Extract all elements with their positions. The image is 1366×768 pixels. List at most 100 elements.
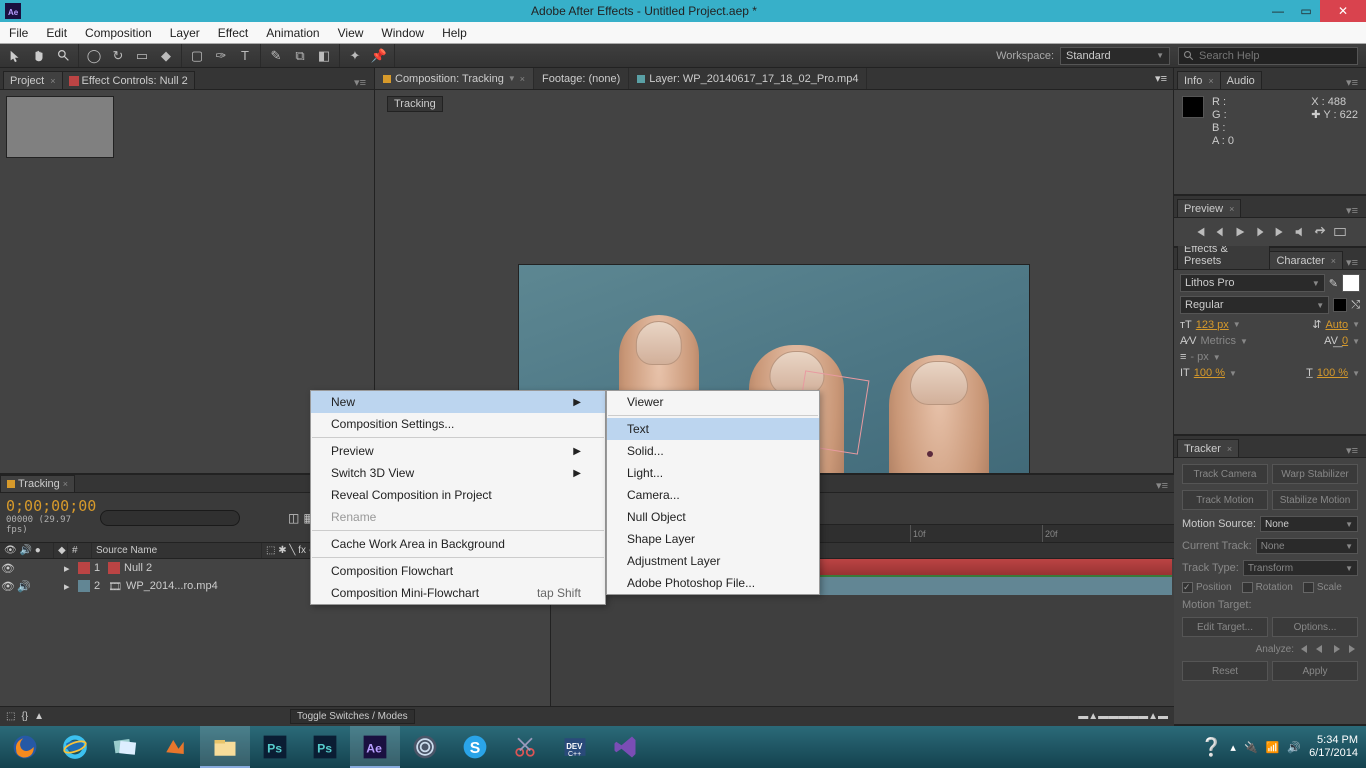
mute-icon[interactable] bbox=[1293, 225, 1307, 239]
tracker-options-button[interactable]: Options... bbox=[1272, 617, 1358, 637]
edit-target-button[interactable]: Edit Target... bbox=[1182, 617, 1268, 637]
panel-options-icon[interactable]: ▾≡ bbox=[1342, 444, 1362, 457]
menu-view[interactable]: View bbox=[329, 22, 373, 44]
audio-tab[interactable]: Audio bbox=[1220, 71, 1262, 89]
panel-options-icon[interactable]: ▾≡ bbox=[1149, 72, 1173, 85]
preview-tab[interactable]: Preview× bbox=[1177, 199, 1241, 217]
stabilize-motion-button[interactable]: Stabilize Motion bbox=[1272, 490, 1358, 510]
close-button[interactable]: ✕ bbox=[1320, 0, 1366, 22]
project-tab[interactable]: Project× bbox=[3, 71, 63, 89]
taskbar-snip-icon[interactable] bbox=[500, 726, 550, 768]
layer-tab[interactable]: Layer: WP_20140617_17_18_02_Pro.mp4 bbox=[629, 68, 867, 89]
leading-field[interactable]: Auto bbox=[1325, 319, 1348, 331]
menu-file[interactable]: File bbox=[0, 22, 37, 44]
effect-controls-tab[interactable]: Effect Controls: Null 2 bbox=[62, 71, 195, 89]
pen-tool-icon[interactable]: ✑ bbox=[210, 46, 232, 66]
prev-frame-icon[interactable] bbox=[1213, 225, 1227, 239]
last-frame-icon[interactable] bbox=[1273, 225, 1287, 239]
menu-item[interactable]: Light... bbox=[607, 462, 819, 484]
menu-animation[interactable]: Animation bbox=[257, 22, 328, 44]
font-family-dropdown[interactable]: Lithos Pro▼ bbox=[1180, 274, 1325, 292]
zoom-tool-icon[interactable] bbox=[52, 46, 74, 66]
brush-tool-icon[interactable]: ✎ bbox=[265, 46, 287, 66]
loop-icon[interactable] bbox=[1313, 225, 1327, 239]
tracking-field[interactable]: 0 bbox=[1342, 335, 1348, 347]
current-track-dropdown[interactable]: None▼ bbox=[1256, 538, 1358, 554]
tray-volume-icon[interactable]: 🔊 bbox=[1287, 741, 1301, 754]
taskbar-aftereffects-icon[interactable]: Ae bbox=[350, 726, 400, 768]
menu-item[interactable]: Solid... bbox=[607, 440, 819, 462]
taskbar-explorer-icon[interactable] bbox=[200, 726, 250, 768]
scale-checkbox[interactable]: Scale bbox=[1303, 582, 1342, 593]
warp-stabilizer-button[interactable]: Warp Stabilizer bbox=[1272, 464, 1358, 484]
menu-item[interactable]: Null Object bbox=[607, 506, 819, 528]
first-frame-icon[interactable] bbox=[1193, 225, 1207, 239]
track-motion-button[interactable]: Track Motion bbox=[1182, 490, 1268, 510]
analyze-back-one-icon[interactable] bbox=[1298, 643, 1310, 655]
taskbar-photoshop-icon[interactable]: Ps bbox=[250, 726, 300, 768]
current-time[interactable]: 0;00;00;00 00000 (29.97 fps) bbox=[0, 493, 100, 542]
roto-tool-icon[interactable]: ✦ bbox=[344, 46, 366, 66]
menu-item[interactable]: Reveal Composition in Project bbox=[311, 484, 605, 506]
workspace-dropdown[interactable]: Standard▼ bbox=[1060, 47, 1170, 65]
menu-item[interactable]: Composition Flowchart bbox=[311, 560, 605, 582]
camera-tool-icon[interactable]: ▭ bbox=[131, 46, 153, 66]
panel-options-icon[interactable]: ▾≡ bbox=[1150, 479, 1174, 492]
taskbar-matlab-icon[interactable] bbox=[150, 726, 200, 768]
menu-layer[interactable]: Layer bbox=[161, 22, 209, 44]
hand-tool-icon[interactable] bbox=[28, 46, 50, 66]
timeline-footer-icon[interactable]: {} bbox=[21, 711, 28, 722]
menu-composition[interactable]: Composition bbox=[76, 22, 161, 44]
analyze-fwd-icon[interactable] bbox=[1330, 643, 1342, 655]
menu-item[interactable]: Text bbox=[607, 418, 819, 440]
menu-item[interactable]: Cache Work Area in Background bbox=[311, 533, 605, 555]
puppet-tool-icon[interactable]: 📌 bbox=[368, 46, 390, 66]
taskbar-firefox-icon[interactable] bbox=[0, 726, 50, 768]
menu-effect[interactable]: Effect bbox=[209, 22, 257, 44]
analyze-fwd-one-icon[interactable] bbox=[1346, 643, 1358, 655]
comp-breadcrumb[interactable]: Tracking bbox=[387, 96, 1161, 110]
minimize-button[interactable]: — bbox=[1264, 0, 1292, 22]
menu-item[interactable]: Composition Mini-Flowcharttap Shift bbox=[311, 582, 605, 604]
clone-tool-icon[interactable]: ⧉ bbox=[289, 46, 311, 66]
taskbar-photoshop2-icon[interactable]: Ps bbox=[300, 726, 350, 768]
taskbar-vs-icon[interactable] bbox=[600, 726, 650, 768]
reset-button[interactable]: Reset bbox=[1182, 661, 1268, 681]
selection-tool-icon[interactable] bbox=[4, 46, 26, 66]
menu-window[interactable]: Window bbox=[372, 22, 433, 44]
help-search[interactable]: Search Help bbox=[1178, 47, 1358, 65]
apply-button[interactable]: Apply bbox=[1272, 661, 1358, 681]
vscale-field[interactable]: 100 % bbox=[1194, 367, 1225, 379]
zoom-slider[interactable]: ▬▲▬▬▬▬▬▲▬ bbox=[1078, 711, 1168, 722]
menu-edit[interactable]: Edit bbox=[37, 22, 76, 44]
timeline-search-input[interactable] bbox=[100, 510, 240, 526]
rotation-tool-icon[interactable]: ↻ bbox=[107, 46, 129, 66]
comp-mini-flowchart-icon[interactable]: ◫ bbox=[288, 511, 299, 525]
taskbar-bittorrent-icon[interactable] bbox=[400, 726, 450, 768]
font-size-field[interactable]: 123 px bbox=[1196, 319, 1229, 331]
eraser-tool-icon[interactable]: ◧ bbox=[313, 46, 335, 66]
tray-chevron-icon[interactable]: ▴ bbox=[1230, 741, 1236, 754]
menu-item[interactable]: Camera... bbox=[607, 484, 819, 506]
play-icon[interactable] bbox=[1233, 225, 1247, 239]
menu-item[interactable]: Adjustment Layer bbox=[607, 550, 819, 572]
tracker-tab[interactable]: Tracker× bbox=[1177, 439, 1239, 457]
menu-item[interactable]: Composition Settings... bbox=[311, 413, 605, 435]
info-tab[interactable]: Info× bbox=[1177, 71, 1221, 89]
taskbar-skype-icon[interactable]: S bbox=[450, 726, 500, 768]
ram-preview-icon[interactable] bbox=[1333, 225, 1347, 239]
maximize-button[interactable]: ▭ bbox=[1292, 0, 1320, 22]
toggle-switches-button[interactable]: Toggle Switches / Modes bbox=[290, 709, 415, 724]
menu-item[interactable]: Shape Layer bbox=[607, 528, 819, 550]
footage-tab[interactable]: Footage: (none) bbox=[534, 68, 629, 89]
timeline-footer-icon[interactable]: ⬚ bbox=[6, 711, 15, 722]
swap-colors-icon[interactable]: ⤭ bbox=[1351, 299, 1360, 312]
fill-color[interactable] bbox=[1342, 274, 1360, 292]
tray-clock[interactable]: 5:34 PM6/17/2014 bbox=[1309, 734, 1358, 760]
kerning-dropdown[interactable]: Metrics bbox=[1201, 335, 1236, 347]
tray-wifi-icon[interactable]: 📶 bbox=[1266, 741, 1280, 754]
hscale-field[interactable]: 100 % bbox=[1317, 367, 1348, 379]
orbit-tool-icon[interactable]: ◯ bbox=[83, 46, 105, 66]
track-type-dropdown[interactable]: Transform▼ bbox=[1243, 560, 1358, 576]
next-frame-icon[interactable] bbox=[1253, 225, 1267, 239]
